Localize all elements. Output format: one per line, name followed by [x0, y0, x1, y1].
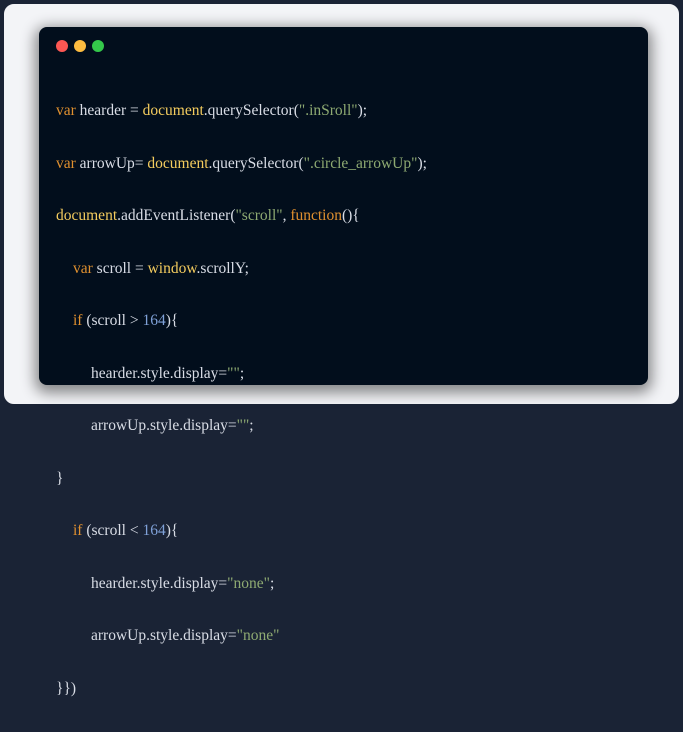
token-text: }})	[56, 679, 77, 697]
code-line-12: }})	[56, 680, 427, 698]
maximize-dot-icon[interactable]	[92, 40, 104, 52]
token-text: ;	[269, 574, 275, 592]
token-string: ".inSroll"	[298, 102, 358, 119]
code-line-7: arrowUp.style.display="";	[56, 417, 427, 435]
token-text: arrowUp.style.display=	[91, 417, 237, 434]
code-line-9: if (scroll < 164){	[56, 522, 427, 540]
token-keyword: if	[73, 522, 83, 539]
code-line-6: hearder.style.display="";	[56, 365, 427, 383]
code-line-4: var scroll = window.scrollY;	[56, 260, 427, 278]
token-text: hearder.style.display=	[91, 574, 228, 592]
token-object: document	[142, 102, 204, 119]
code-line-1: var hearder = document.querySelector(".i…	[56, 102, 427, 120]
minimize-dot-icon[interactable]	[74, 40, 86, 52]
token-keyword: var	[56, 154, 76, 172]
token-text: hearder =	[75, 102, 143, 119]
token-keyword: var	[73, 259, 93, 277]
token-text: ;	[239, 364, 245, 382]
token-text: );	[357, 102, 368, 119]
token-keyword: function	[290, 207, 342, 224]
code-line-2: var arrowUp= document.querySelector(".ci…	[56, 155, 427, 173]
token-text: hearder.style.display=	[91, 364, 228, 382]
token-text: ){	[165, 312, 179, 329]
token-text: scroll =	[92, 259, 148, 277]
token-string: "none"	[236, 627, 280, 644]
token-object: document	[147, 154, 209, 172]
code-line-10: hearder.style.display="none";	[56, 575, 427, 593]
token-text: (scroll <	[82, 522, 143, 539]
token-text: .scrollY;	[196, 259, 249, 277]
outer-frame: var hearder = document.querySelector(".i…	[2, 2, 681, 697]
code-block: var hearder = document.querySelector(".i…	[56, 67, 427, 732]
token-text: ;	[249, 417, 254, 434]
token-string: "scroll"	[235, 207, 283, 224]
token-text: arrowUp=	[75, 154, 148, 172]
code-line-5: if (scroll > 164){	[56, 312, 427, 330]
token-text: .querySelector(	[203, 102, 299, 119]
code-window: var hearder = document.querySelector(".i…	[39, 27, 648, 697]
token-object: window	[147, 259, 197, 277]
token-text: (){	[341, 207, 360, 224]
code-line-8: }	[56, 470, 427, 488]
token-text: .addEventListener(	[117, 207, 236, 224]
code-line-3: document.addEventListener("scroll", func…	[56, 207, 427, 225]
token-string: ""	[236, 417, 250, 434]
token-object: document	[56, 207, 118, 224]
token-keyword: var	[56, 102, 76, 119]
token-number: 164	[142, 522, 166, 539]
token-text: arrowUp.style.display=	[91, 627, 237, 644]
close-dot-icon[interactable]	[56, 40, 68, 52]
token-text: .querySelector(	[208, 154, 304, 172]
token-number: 164	[142, 312, 166, 329]
code-line-11: arrowUp.style.display="none"	[56, 627, 427, 645]
token-text: }	[56, 469, 64, 487]
token-text: (scroll >	[82, 312, 143, 329]
token-string: ".circle_arrowUp"	[303, 154, 418, 172]
token-text: );	[417, 154, 427, 172]
token-string: "none"	[227, 574, 270, 592]
token-string: ""	[227, 364, 240, 382]
token-text: ){	[165, 522, 179, 539]
